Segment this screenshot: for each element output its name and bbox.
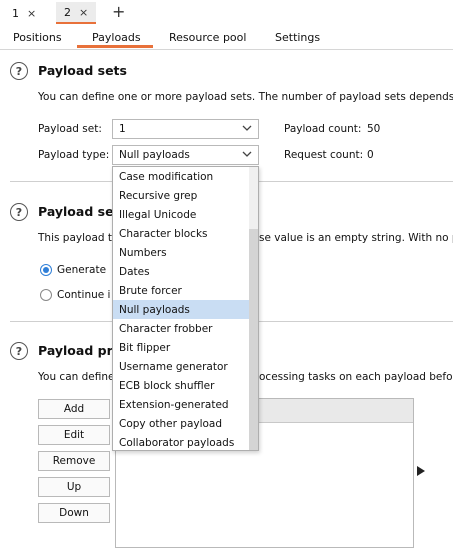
dropdown-option[interactable]: Bit flipper [113, 338, 249, 357]
help-icon[interactable]: ? [10, 62, 28, 80]
edit-button[interactable]: Edit [38, 425, 110, 445]
down-button[interactable]: Down [38, 503, 110, 523]
request-tab-bar: 1 × 2 × + [0, 0, 453, 26]
payload-processing-title: Payload pro [38, 343, 122, 358]
payload-set-select[interactable]: 1 [112, 119, 259, 139]
mouse-pointer-icon [417, 466, 425, 476]
payload-settings-description-tail: se value is an empty string. With no pa [259, 232, 453, 244]
continue-radio[interactable] [40, 289, 52, 301]
payload-count-value: 50 [367, 123, 381, 135]
active-tab-indicator [77, 45, 153, 48]
dropdown-option-selected[interactable]: Null payloads [113, 300, 249, 319]
dropdown-option[interactable]: Character blocks [113, 224, 249, 243]
request-tab-1[interactable]: 1 × [4, 2, 44, 24]
add-tab-icon[interactable]: + [112, 3, 125, 21]
request-tab-2[interactable]: 2 × [56, 2, 97, 24]
dropdown-option[interactable]: Character frobber [113, 319, 249, 338]
dropdown-option[interactable]: Dates [113, 262, 249, 281]
dropdown-option[interactable]: Numbers [113, 243, 249, 262]
payload-type-value: Null payloads [119, 149, 190, 161]
payload-processing-description: You can define [38, 371, 115, 383]
dropdown-option[interactable]: Collaborator payloads [113, 433, 249, 452]
add-button[interactable]: Add [38, 399, 110, 419]
dropdown-scroll-thumb[interactable] [249, 229, 258, 450]
dropdown-option[interactable]: ECB block shuffler [113, 376, 249, 395]
chevron-down-icon [242, 151, 252, 157]
request-count-value: 0 [367, 149, 374, 161]
up-button[interactable]: Up [38, 477, 110, 497]
payload-count-label: Payload count: [284, 123, 362, 135]
remove-button[interactable]: Remove [38, 451, 110, 471]
dropdown-option[interactable]: Brute forcer [113, 281, 249, 300]
request-tab-label: 2 [64, 5, 71, 19]
generate-radio-label: Generate [57, 264, 107, 276]
payload-type-label: Payload type: [38, 149, 110, 161]
request-tab-label: 1 [12, 6, 19, 20]
tab-settings[interactable]: Settings [275, 31, 320, 44]
continue-radio-label: Continue i [57, 289, 111, 301]
payload-set-label: Payload set: [38, 123, 102, 135]
help-icon[interactable]: ? [10, 342, 28, 360]
help-icon[interactable]: ? [10, 203, 28, 221]
close-icon[interactable]: × [27, 7, 36, 20]
payload-sets-description: You can define one or more payload sets.… [38, 91, 453, 103]
payload-settings-description: This payload ty [38, 232, 119, 244]
payload-settings-title: Payload set [38, 204, 120, 219]
payload-type-select[interactable]: Null payloads [112, 145, 259, 165]
sub-tab-bar: Positions Payloads Resource pool Setting… [0, 28, 453, 50]
generate-radio[interactable] [40, 264, 52, 276]
dropdown-option[interactable]: Illegal Unicode [113, 205, 249, 224]
tab-payloads[interactable]: Payloads [92, 31, 141, 44]
chevron-down-icon [242, 125, 252, 131]
tab-positions[interactable]: Positions [13, 31, 62, 44]
dropdown-option[interactable]: Case modification [113, 167, 249, 186]
dropdown-option[interactable]: Copy other payload [113, 414, 249, 433]
payload-sets-title: Payload sets [38, 63, 127, 78]
payload-set-value: 1 [119, 123, 126, 135]
dropdown-option[interactable]: Username generator [113, 357, 249, 376]
payload-processing-description-tail: ocessing tasks on each payload before [259, 371, 453, 383]
tab-resource-pool[interactable]: Resource pool [169, 31, 246, 44]
dropdown-option[interactable]: Extension-generated [113, 395, 249, 414]
dropdown-option[interactable]: Recursive grep [113, 186, 249, 205]
payload-type-dropdown[interactable]: Case modification Recursive grep Illegal… [112, 166, 259, 451]
close-icon[interactable]: × [79, 6, 88, 19]
request-count-label: Request count: [284, 149, 364, 161]
